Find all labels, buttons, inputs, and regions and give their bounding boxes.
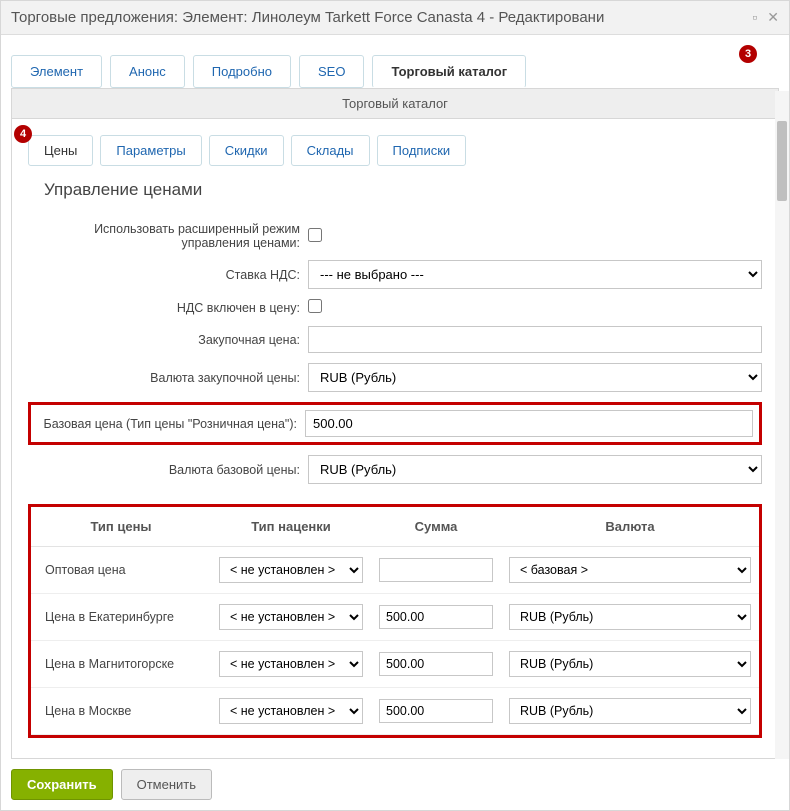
tab-discounts[interactable]: Скидки <box>209 135 284 166</box>
col-type: Тип цены <box>31 507 211 547</box>
tab-params[interactable]: Параметры <box>100 135 201 166</box>
sum-input[interactable] <box>379 699 493 723</box>
markup-select[interactable]: < не установлен > <box>219 698 363 724</box>
tab-anons[interactable]: Анонс <box>110 55 185 88</box>
edit-dialog: Торговые предложения: Элемент: Линолеум … <box>0 0 790 811</box>
sum-input[interactable] <box>379 558 493 582</box>
main-tabs: Элемент Анонс Подробно SEO Торговый ката… <box>11 55 779 88</box>
purchase-price-input[interactable] <box>308 326 762 353</box>
panel-header: Торговый каталог <box>12 89 778 119</box>
base-price-label: Базовая цена (Тип цены "Розничная цена")… <box>37 417 305 431</box>
tab-element[interactable]: Элемент <box>11 55 102 88</box>
col-sum: Сумма <box>371 507 501 547</box>
badge-4: 4 <box>14 125 32 143</box>
window-title: Торговые предложения: Элемент: Линолеум … <box>11 9 604 26</box>
currency-select[interactable]: < базовая > <box>509 557 751 583</box>
table-row: Цена в Москве < не установлен > RUB (Руб… <box>31 688 759 735</box>
ext-mode-checkbox[interactable] <box>308 228 322 242</box>
table-row: Оптовая цена < не установлен > < базовая… <box>31 547 759 594</box>
vat-rate-select[interactable]: --- не выбрано --- <box>308 260 762 289</box>
sum-input[interactable] <box>379 605 493 629</box>
table-row: Цена в Екатеринбурге < не установлен > R… <box>31 594 759 641</box>
tab-seo[interactable]: SEO <box>299 55 364 88</box>
price-type-cell: Цена в Магнитогорске <box>31 641 211 688</box>
vat-included-checkbox[interactable] <box>308 299 322 313</box>
price-table: Тип цены Тип наценки Сумма Валюта Оптова… <box>31 507 759 735</box>
save-button[interactable]: Сохранить <box>11 769 113 800</box>
purchase-currency-select[interactable]: RUB (Рубль) <box>308 363 762 392</box>
table-row: Цена в Магнитогорске < не установлен > R… <box>31 641 759 688</box>
titlebar: Торговые предложения: Элемент: Линолеум … <box>1 1 789 35</box>
base-price-highlight: Базовая цена (Тип цены "Розничная цена")… <box>28 402 762 445</box>
sum-input[interactable] <box>379 652 493 676</box>
currency-select[interactable]: RUB (Рубль) <box>509 604 751 630</box>
price-type-cell: Оптовая цена <box>31 547 211 594</box>
price-type-cell: Цена в Екатеринбурге <box>31 594 211 641</box>
tab-subs[interactable]: Подписки <box>377 135 467 166</box>
ext-mode-label: Использовать расширенный режим управлени… <box>28 222 308 250</box>
cancel-button[interactable]: Отменить <box>121 769 212 800</box>
tab-prices[interactable]: Цены <box>28 135 93 166</box>
window-controls: ▫ ✕ <box>752 9 779 26</box>
col-currency: Валюта <box>501 507 759 547</box>
price-table-highlight: Тип цены Тип наценки Сумма Валюта Оптова… <box>28 504 762 738</box>
tab-stores[interactable]: Склады <box>291 135 370 166</box>
purchase-currency-label: Валюта закупочной цены: <box>28 371 308 385</box>
tab-details[interactable]: Подробно <box>193 55 291 88</box>
markup-select[interactable]: < не установлен > <box>219 651 363 677</box>
currency-select[interactable]: RUB (Рубль) <box>509 651 751 677</box>
footer-buttons: Сохранить Отменить <box>11 769 779 800</box>
currency-select[interactable]: RUB (Рубль) <box>509 698 751 724</box>
markup-select[interactable]: < не установлен > <box>219 557 363 583</box>
base-currency-select[interactable]: RUB (Рубль) <box>308 455 762 484</box>
tab-catalog[interactable]: Торговый каталог <box>372 55 526 88</box>
section-title: Управление ценами <box>44 180 762 200</box>
inner-tabs: 4 Цены Параметры Скидки Склады Подписки <box>28 135 762 166</box>
vat-included-label: НДС включен в цену: <box>28 301 308 315</box>
catalog-panel: Торговый каталог 4 Цены Параметры Скидки… <box>11 88 779 759</box>
purchase-price-label: Закупочная цена: <box>28 333 308 347</box>
minimize-icon[interactable]: ▫ <box>752 9 757 26</box>
vat-rate-label: Ставка НДС: <box>28 268 308 282</box>
badge-3: 3 <box>739 45 757 63</box>
col-markup: Тип наценки <box>211 507 371 547</box>
base-price-input[interactable] <box>305 410 753 437</box>
price-type-cell: Цена в Москве <box>31 688 211 735</box>
scrollbar[interactable] <box>775 91 789 759</box>
markup-select[interactable]: < не установлен > <box>219 604 363 630</box>
scrollbar-thumb[interactable] <box>777 121 787 201</box>
base-currency-label: Валюта базовой цены: <box>28 463 308 477</box>
close-icon[interactable]: ✕ <box>767 9 779 26</box>
